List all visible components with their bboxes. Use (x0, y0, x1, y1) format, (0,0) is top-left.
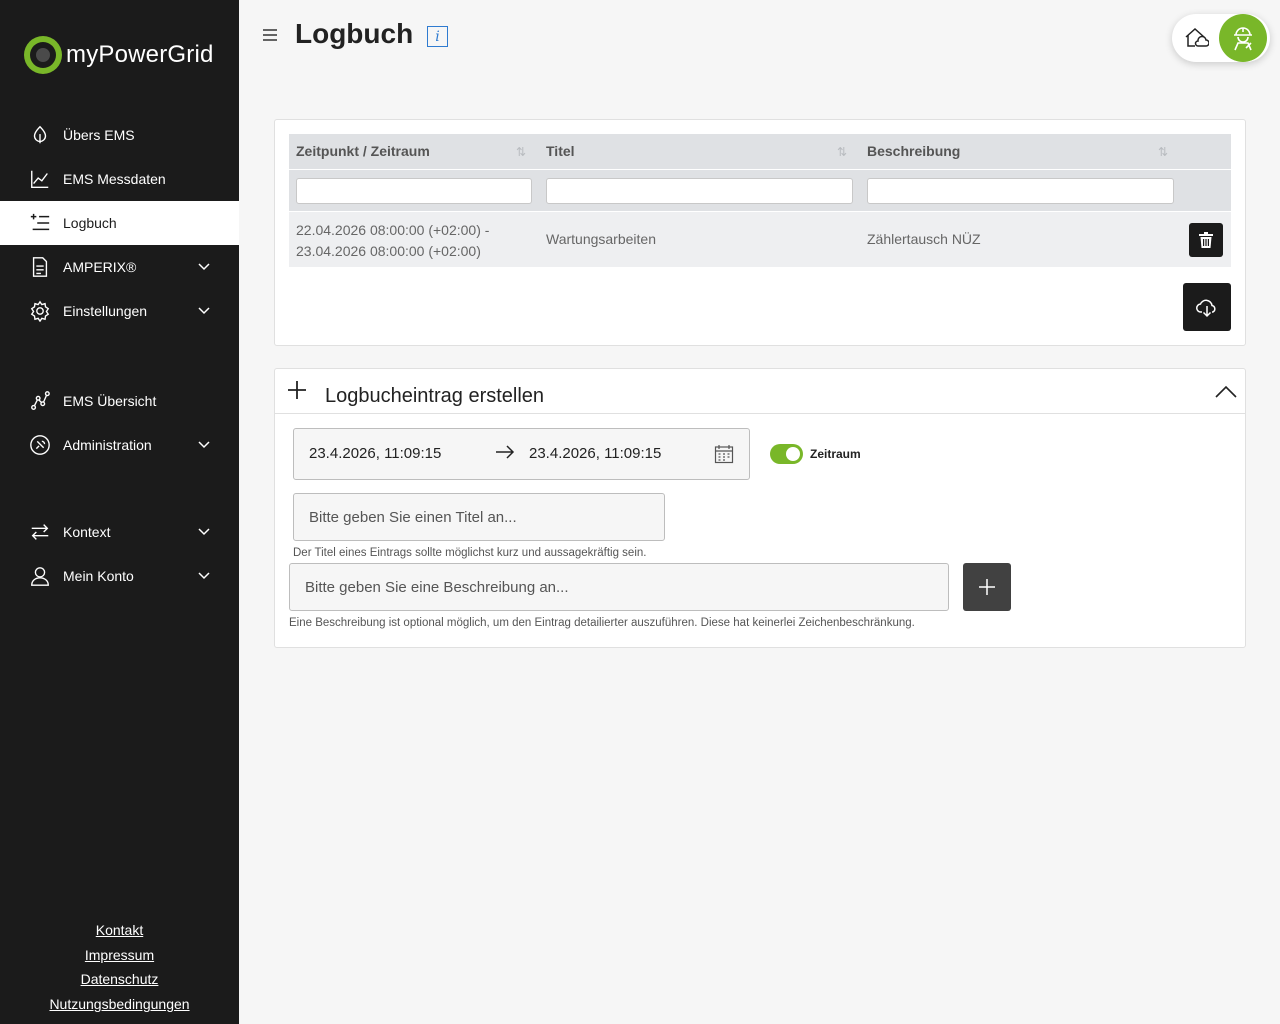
info-icon[interactable]: i (427, 26, 448, 47)
column-header-zeitraum[interactable]: Zeitpunkt / Zeitraum (296, 134, 430, 169)
chevron-down-icon (198, 307, 210, 315)
filter-input-zeitraum[interactable] (296, 178, 532, 204)
trash-icon (1199, 232, 1213, 248)
chevron-down-icon (198, 572, 210, 580)
sidebar-item-label: Logbuch (63, 215, 117, 231)
chevron-down-icon (198, 528, 210, 536)
sidebar-item-label: Kontext (63, 524, 111, 540)
arrow-right-icon (496, 445, 515, 459)
admin-icon (28, 433, 52, 457)
cell-titel: Wartungsarbeiten (546, 231, 656, 247)
export-download-button[interactable] (1183, 283, 1231, 331)
gear-icon (28, 299, 52, 323)
table-filter-row (289, 170, 1231, 211)
hamburger-menu-icon[interactable] (262, 26, 278, 44)
footer-link-impressum[interactable]: Impressum (0, 945, 239, 970)
sidebar-item-ems-messdaten[interactable]: EMS Messdaten (0, 157, 239, 201)
cell-zeitraum-start: 22.04.2026 08:00:00 (+02:00) - (296, 222, 490, 238)
logo-icon (24, 36, 62, 74)
footer-link-datenschutz[interactable]: Datenschutz (0, 969, 239, 994)
sidebar-item-administration[interactable]: Administration (0, 423, 239, 467)
cell-zeitraum-end: 23.04.2026 08:00:00 (+02:00) (296, 243, 481, 259)
delete-entry-button[interactable] (1189, 223, 1223, 257)
create-entry-card: Logbucheintrag erstellen 23.4.2026, 11:0… (274, 368, 1246, 648)
cloud-download-icon (1196, 299, 1216, 318)
plus-icon (288, 381, 306, 399)
sidebar-item-label: Administration (63, 437, 152, 453)
sort-icon[interactable]: ⇅ (837, 145, 849, 159)
sort-icon[interactable]: ⇅ (1158, 145, 1170, 159)
column-header-titel[interactable]: Titel (546, 134, 575, 169)
sidebar-item-amperix[interactable]: AMPERIX® (0, 245, 239, 289)
date-to: 23.4.2026, 11:09:15 (529, 445, 662, 462)
home-view-button[interactable] (1180, 22, 1212, 54)
list-add-icon (28, 211, 52, 235)
footer-links: Kontakt Impressum Datenschutz Nutzungsbe… (0, 920, 239, 1019)
title-input[interactable] (293, 493, 665, 541)
calendar-icon[interactable] (714, 444, 734, 464)
sidebar-nav-account: Kontext Mein Konto (0, 510, 239, 598)
sidebar-nav-secondary: EMS Übersicht Administration (0, 379, 239, 467)
create-entry-title: Logbucheintrag erstellen (325, 385, 545, 407)
installer-view-button[interactable] (1219, 14, 1267, 62)
chevron-up-icon[interactable] (1215, 385, 1237, 399)
document-icon (28, 255, 52, 279)
sidebar-item-uebers-ems[interactable]: Übers EMS (0, 113, 239, 157)
leaf-icon (28, 123, 52, 147)
view-switch (1172, 14, 1270, 62)
page-title: Logbuch (295, 18, 414, 49)
house-cloud-icon (1185, 27, 1209, 47)
sidebar: myPowerGrid Übers EMS EMS Messdaten Logb… (0, 0, 239, 1024)
plus-icon (979, 579, 995, 595)
column-header-beschreibung[interactable]: Beschreibung (867, 134, 960, 169)
filter-input-titel[interactable] (546, 178, 853, 204)
chevron-down-icon (198, 263, 210, 271)
sidebar-item-label: Übers EMS (63, 127, 135, 143)
sidebar-nav-main: Übers EMS EMS Messdaten Logbuch AMPERIX® (0, 113, 239, 333)
sort-icon[interactable]: ⇅ (516, 145, 528, 159)
zeitraum-toggle-label: Zeitraum (810, 447, 861, 461)
title-hint: Der Titel eines Eintrags sollte möglichs… (293, 547, 647, 559)
sidebar-item-label: Mein Konto (63, 568, 134, 584)
sidebar-item-kontext[interactable]: Kontext (0, 510, 239, 554)
date-range-picker[interactable]: 23.4.2026, 11:09:15 23.4.2026, 11:09:15 (293, 428, 750, 480)
table-row: 22.04.2026 08:00:00 (+02:00) - 23.04.202… (289, 212, 1231, 267)
sidebar-item-einstellungen[interactable]: Einstellungen (0, 289, 239, 333)
create-entry-header[interactable]: Logbucheintrag erstellen (275, 369, 1245, 414)
add-entry-button[interactable] (963, 563, 1011, 611)
footer-link-nutzungsbedingungen[interactable]: Nutzungsbedingungen (0, 994, 239, 1019)
logbook-table-card: Zeitpunkt / Zeitraum ⇅ Titel ⇅ Beschreib… (274, 119, 1246, 346)
sidebar-item-label: EMS Messdaten (63, 171, 166, 187)
cell-beschreibung: Zählertausch NÜZ (867, 231, 981, 247)
brand-name: myPowerGrid (66, 41, 214, 68)
logo[interactable]: myPowerGrid (24, 36, 214, 74)
zeitraum-toggle[interactable] (770, 444, 803, 464)
sidebar-item-label: Einstellungen (63, 303, 148, 319)
line-chart-icon (28, 167, 52, 191)
date-from: 23.4.2026, 11:09:15 (309, 445, 442, 462)
cell-zeitraum: 22.04.2026 08:00:00 (+02:00) - 23.04.202… (296, 220, 489, 262)
sidebar-item-ems-uebersicht[interactable]: EMS Übersicht (0, 379, 239, 423)
description-input[interactable] (289, 563, 949, 611)
filter-input-beschreibung[interactable] (867, 178, 1174, 204)
description-hint: Eine Beschreibung ist optional möglich, … (289, 617, 915, 629)
table-header: Zeitpunkt / Zeitraum ⇅ Titel ⇅ Beschreib… (289, 134, 1231, 169)
sidebar-item-label: AMPERIX® (63, 259, 137, 275)
network-icon (28, 389, 52, 413)
sidebar-item-label: EMS Übersicht (63, 393, 157, 409)
worker-icon (1234, 27, 1252, 51)
chevron-down-icon (198, 441, 210, 449)
footer-link-kontakt[interactable]: Kontakt (0, 920, 239, 945)
sidebar-item-mein-konto[interactable]: Mein Konto (0, 554, 239, 598)
sidebar-item-logbuch[interactable]: Logbuch (0, 201, 239, 245)
user-icon (28, 564, 52, 588)
swap-arrows-icon (28, 520, 52, 544)
